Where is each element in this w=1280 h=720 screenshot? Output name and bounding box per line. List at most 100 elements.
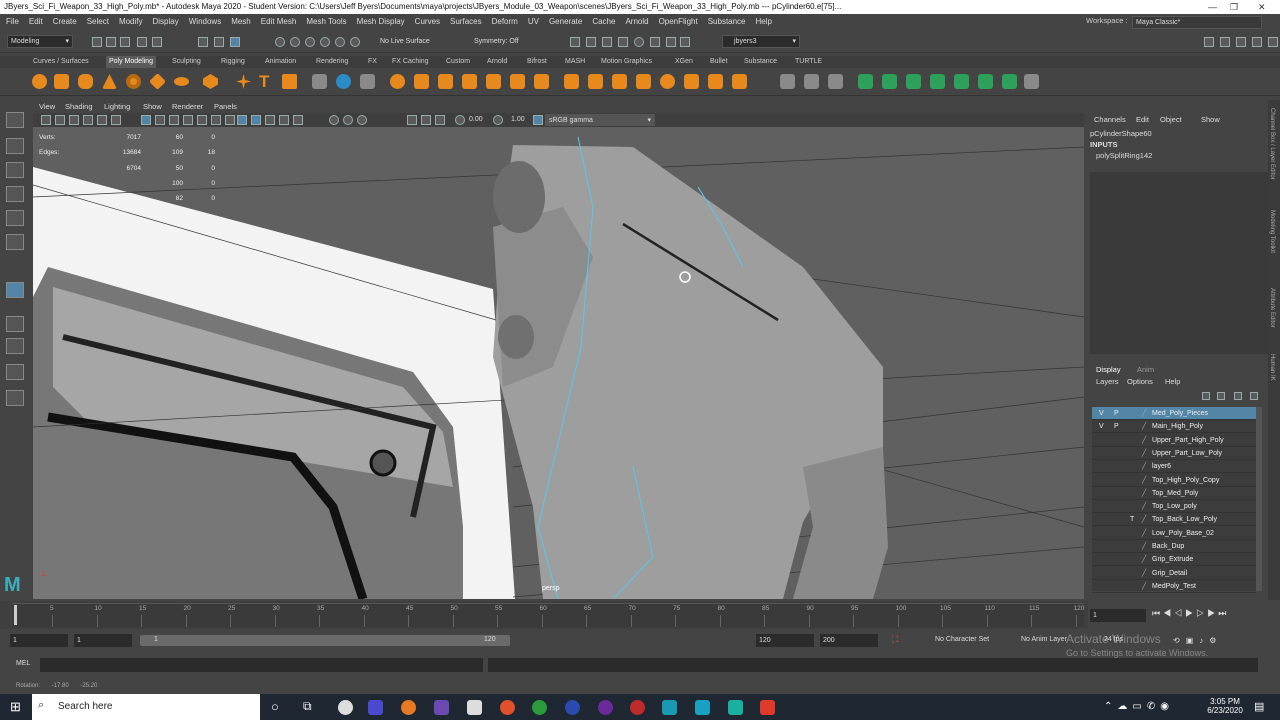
shelf-tab[interactable]: XGen bbox=[675, 56, 693, 68]
shelf-tab[interactable]: Rendering bbox=[316, 56, 348, 68]
menu-item[interactable]: Mesh Display bbox=[357, 17, 405, 26]
svg-tool-icon[interactable] bbox=[282, 74, 297, 89]
shelf-tab[interactable]: Animation bbox=[265, 56, 296, 68]
app-icon-s[interactable] bbox=[565, 700, 580, 715]
layer-color-icon[interactable]: ╱ bbox=[1142, 487, 1146, 500]
mel-label[interactable]: MEL bbox=[16, 660, 30, 667]
field-chart-icon[interactable] bbox=[197, 115, 207, 125]
layer-v[interactable]: V bbox=[1099, 420, 1104, 433]
channel-box-icon[interactable] bbox=[1268, 37, 1278, 47]
quad-draw-icon[interactable] bbox=[636, 74, 651, 89]
slide-edge-icon[interactable] bbox=[708, 74, 723, 89]
menu-item[interactable]: Help bbox=[756, 17, 772, 26]
layer-color-icon[interactable]: ╱ bbox=[1142, 474, 1146, 487]
viewport-menu-item[interactable]: View bbox=[39, 101, 55, 113]
snap-live-icon[interactable] bbox=[335, 37, 345, 47]
range-slider[interactable]: 1 120 bbox=[140, 635, 510, 646]
menu-item[interactable]: Substance bbox=[708, 17, 746, 26]
rotate-tool-icon[interactable] bbox=[6, 210, 24, 226]
straighten-uv-icon[interactable] bbox=[954, 74, 969, 89]
attribute-editor-icon[interactable] bbox=[1236, 37, 1246, 47]
sidebar-toggle-icon[interactable] bbox=[1204, 37, 1214, 47]
render-view-icon[interactable] bbox=[634, 37, 644, 47]
single-perspective-layout-icon[interactable] bbox=[6, 282, 24, 298]
append-polygon-icon[interactable] bbox=[534, 74, 549, 89]
minimize-icon[interactable]: — bbox=[1208, 0, 1217, 14]
gamma-value[interactable]: 1.00 bbox=[511, 116, 525, 123]
layer-color-icon[interactable]: ╱ bbox=[1142, 447, 1146, 460]
xray-icon[interactable] bbox=[421, 115, 431, 125]
multi-cut-icon[interactable] bbox=[564, 74, 579, 89]
menu-item[interactable]: Create bbox=[53, 17, 77, 26]
layers-menu[interactable]: Layers bbox=[1096, 377, 1119, 386]
menu-item[interactable]: Mesh bbox=[231, 17, 251, 26]
taskbar-search-box[interactable]: ⌕ Search here bbox=[32, 694, 260, 720]
layer-list-scrollbar[interactable] bbox=[1256, 407, 1262, 591]
snap-grid-icon[interactable] bbox=[275, 37, 285, 47]
move-layer-up-icon[interactable] bbox=[1202, 392, 1210, 400]
layer-row[interactable]: Top_Med_Poly ╱ bbox=[1092, 487, 1256, 500]
magnet-icon[interactable] bbox=[350, 37, 360, 47]
menu-item[interactable]: Mesh Tools bbox=[306, 17, 346, 26]
ipr-render-icon[interactable] bbox=[586, 37, 596, 47]
app-icon-red[interactable] bbox=[760, 700, 775, 715]
shelf-tab[interactable]: FX bbox=[368, 56, 377, 68]
mirror-icon[interactable] bbox=[414, 74, 429, 89]
shelf-tab[interactable]: Curves / Surfaces bbox=[33, 56, 89, 68]
persp-graph-layout-icon[interactable] bbox=[6, 364, 24, 380]
maya-taskbar-icon-2[interactable] bbox=[728, 700, 743, 715]
layer-row[interactable]: Top_Low_poly ╱ bbox=[1092, 500, 1256, 514]
wireframe-icon[interactable] bbox=[237, 115, 247, 125]
select-hierarchy-icon[interactable] bbox=[198, 37, 208, 47]
layer-row[interactable]: Grip_Detail ╱ bbox=[1092, 567, 1256, 580]
poly-cone-icon[interactable] bbox=[102, 74, 117, 89]
textured-icon[interactable] bbox=[279, 115, 289, 125]
shelf-tab[interactable]: Substance bbox=[744, 56, 777, 68]
menu-item[interactable]: Edit bbox=[29, 17, 43, 26]
layer-row[interactable]: Low_Poly_Base_02 ╱ bbox=[1092, 527, 1256, 540]
poly-cylinder-icon[interactable] bbox=[78, 74, 93, 89]
layer-p[interactable]: P bbox=[1114, 420, 1119, 433]
move-layer-down-icon[interactable] bbox=[1217, 392, 1225, 400]
motion-blur-icon[interactable] bbox=[357, 115, 367, 125]
menu-item[interactable]: Curves bbox=[415, 17, 440, 26]
viewport-menu-item[interactable]: Panels bbox=[214, 101, 237, 113]
viewport-menu-item[interactable]: Renderer bbox=[172, 101, 203, 113]
persp-outliner-layout-icon[interactable] bbox=[6, 338, 24, 354]
auto-map-icon[interactable] bbox=[828, 74, 843, 89]
live-surface-label[interactable]: No Live Surface bbox=[380, 38, 430, 45]
layer-row[interactable]: MedPoly_Test ╱ bbox=[1092, 580, 1256, 593]
shelf-tab[interactable]: FX Caching bbox=[392, 56, 429, 68]
menu-item[interactable]: File bbox=[6, 17, 19, 26]
menu-item[interactable]: Arnold bbox=[625, 17, 648, 26]
calculator-icon[interactable] bbox=[467, 700, 482, 715]
grid-icon[interactable] bbox=[141, 115, 151, 125]
film-gate-icon[interactable] bbox=[155, 115, 165, 125]
close-icon[interactable]: ✕ bbox=[1258, 0, 1266, 14]
app-icon-m[interactable] bbox=[598, 700, 613, 715]
viewport-persp[interactable]: Verts: 7017 60 0 Edges: 13684 109 18 6704 50 0 100 0… bbox=[33, 127, 1084, 599]
target-weld-icon[interactable] bbox=[588, 74, 603, 89]
exposure-value[interactable]: 0.00 bbox=[469, 116, 483, 123]
layer-row[interactable]: Top_High_Poly_Copy ╱ bbox=[1092, 474, 1256, 487]
layer-row[interactable]: Back_Dup ╱ bbox=[1092, 540, 1256, 553]
new-scene-icon[interactable] bbox=[92, 37, 102, 47]
platonic-solid-icon[interactable] bbox=[203, 74, 218, 89]
channel-box-menu-item[interactable]: Edit bbox=[1136, 115, 1149, 124]
layout-uv-icon[interactable] bbox=[930, 74, 945, 89]
smooth-icon[interactable] bbox=[360, 74, 375, 89]
channel-box-menu-item[interactable]: Channels bbox=[1094, 115, 1126, 124]
gate-mask-icon[interactable] bbox=[183, 115, 193, 125]
menu-item[interactable]: Modify bbox=[119, 17, 143, 26]
menu-set-dropdown[interactable]: Modeling ▾ bbox=[7, 35, 73, 48]
image-plane-icon[interactable] bbox=[83, 115, 93, 125]
layer-color-icon[interactable]: ╱ bbox=[1142, 407, 1146, 420]
snap-view-plane-icon[interactable] bbox=[320, 37, 330, 47]
poly-torus-icon[interactable] bbox=[126, 74, 141, 89]
menu-item[interactable]: Generate bbox=[549, 17, 582, 26]
smooth-shade-icon[interactable] bbox=[251, 115, 261, 125]
auto-key-icon[interactable]: ⛶ bbox=[892, 634, 898, 645]
uv-transfer-icon[interactable] bbox=[1002, 74, 1017, 89]
uv-shell-icon[interactable] bbox=[978, 74, 993, 89]
app-icon-3[interactable] bbox=[695, 700, 710, 715]
